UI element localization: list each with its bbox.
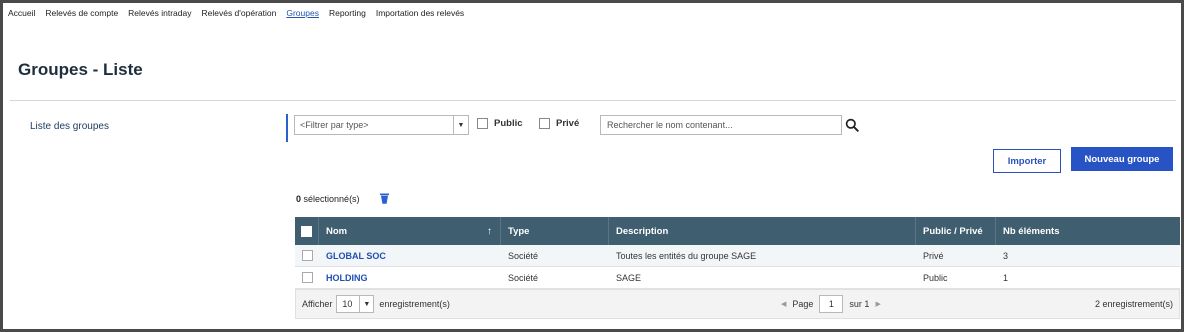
header-nom[interactable]: Nom ↑: [319, 217, 501, 245]
row-public-prive: Privé: [923, 250, 944, 261]
new-group-button[interactable]: Nouveau groupe: [1071, 147, 1173, 171]
row-nom-cell: GLOBAL SOC: [319, 245, 501, 266]
dropdown-arrow-icon: ▼: [453, 116, 468, 134]
prive-checkbox-box[interactable]: [539, 118, 550, 129]
table-footer: Afficher 10 ▼ enregistrement(s) ◀ Page 1…: [295, 289, 1180, 319]
type-filter-value: <Filtrer par type>: [300, 120, 369, 130]
row-type: Société: [508, 272, 539, 283]
page-of-label: sur 1: [849, 299, 870, 309]
row-nom-link[interactable]: GLOBAL SOC: [326, 251, 386, 261]
row-public-prive: Public: [923, 272, 948, 283]
prive-checkbox-label: Privé: [556, 118, 580, 129]
public-checkbox-box[interactable]: [477, 118, 488, 129]
nav-importation-releves[interactable]: Importation des relevés: [371, 6, 469, 22]
section-divider: [286, 114, 288, 142]
header-select-all-cell: [295, 217, 319, 245]
row-nb-elements: 1: [1003, 272, 1009, 283]
page-title: Groupes - Liste: [18, 60, 143, 79]
page-label: Page: [792, 299, 814, 309]
row-type: Société: [508, 250, 539, 261]
nav-releves-intraday[interactable]: Relevés intraday: [123, 6, 196, 22]
dropdown-arrow-icon: ▼: [359, 296, 373, 312]
public-checkbox-label: Public: [494, 118, 523, 129]
table-row[interactable]: HOLDING Société SAGE Public 1: [295, 267, 1180, 289]
title-divider: [10, 100, 1176, 101]
type-filter-select[interactable]: <Filtrer par type> ▼: [294, 115, 469, 135]
page-size-select[interactable]: 10 ▼: [336, 295, 375, 313]
row-checkbox-cell: [295, 245, 319, 266]
nav-releves-compte[interactable]: Relevés de compte: [40, 6, 123, 22]
table-row[interactable]: GLOBAL SOC Société Toutes les entités du…: [295, 245, 1180, 267]
sort-ascending-icon: ↑: [487, 225, 492, 237]
row-checkbox[interactable]: [301, 272, 313, 283]
row-nom-link[interactable]: HOLDING: [326, 273, 368, 283]
row-checkbox[interactable]: [301, 250, 313, 261]
prive-checkbox[interactable]: Privé: [539, 118, 579, 129]
row-checkbox-cell: [295, 267, 319, 288]
header-nom-label: Nom: [326, 225, 348, 237]
search-input[interactable]: [600, 115, 842, 135]
nav-releves-operation[interactable]: Relevés d'opération: [196, 6, 281, 22]
top-navigation: Accueil Relevés de compte Relevés intrad…: [8, 6, 469, 22]
row-description: SAGE: [616, 272, 642, 283]
import-button[interactable]: Importer: [993, 149, 1061, 173]
groups-table: Nom ↑ Type Description Public / Privé Nb…: [295, 217, 1180, 319]
row-nb-elements: 3: [1003, 250, 1009, 261]
prev-page-icon[interactable]: ◀: [781, 300, 786, 308]
total-records: 2 enregistrement(s): [1094, 299, 1173, 309]
sidebar-item-liste-groupes[interactable]: Liste des groupes: [30, 121, 109, 132]
header-public-prive[interactable]: Public / Privé: [916, 217, 996, 245]
selection-count-label: sélectionné(s): [303, 194, 360, 204]
current-page-input[interactable]: 1: [819, 295, 844, 313]
trash-icon[interactable]: [380, 193, 389, 204]
header-type[interactable]: Type: [501, 217, 609, 245]
page-size-value: 10: [342, 299, 353, 309]
select-all-checkbox[interactable]: [301, 225, 312, 237]
pagination: ◀ Page 1 sur 1 ▶: [781, 295, 881, 313]
nav-accueil[interactable]: Accueil: [8, 6, 40, 22]
next-page-icon[interactable]: ▶: [875, 300, 880, 308]
selection-count-number: 0: [296, 194, 302, 204]
nav-reporting[interactable]: Reporting: [324, 6, 371, 22]
nav-groupes[interactable]: Groupes: [281, 6, 324, 22]
table-header: Nom ↑ Type Description Public / Privé Nb…: [295, 217, 1180, 245]
records-label: enregistrement(s): [379, 299, 450, 309]
header-nb-elements[interactable]: Nb éléments: [996, 217, 1180, 245]
selection-count: 0 sélectionné(s): [296, 194, 360, 204]
search-icon[interactable]: [845, 118, 859, 132]
row-description: Toutes les entités du groupe SAGE: [616, 250, 757, 261]
public-checkbox[interactable]: Public: [477, 118, 523, 129]
page-size-label: Afficher: [302, 299, 333, 309]
header-description[interactable]: Description: [609, 217, 916, 245]
row-nom-cell: HOLDING: [319, 267, 501, 288]
